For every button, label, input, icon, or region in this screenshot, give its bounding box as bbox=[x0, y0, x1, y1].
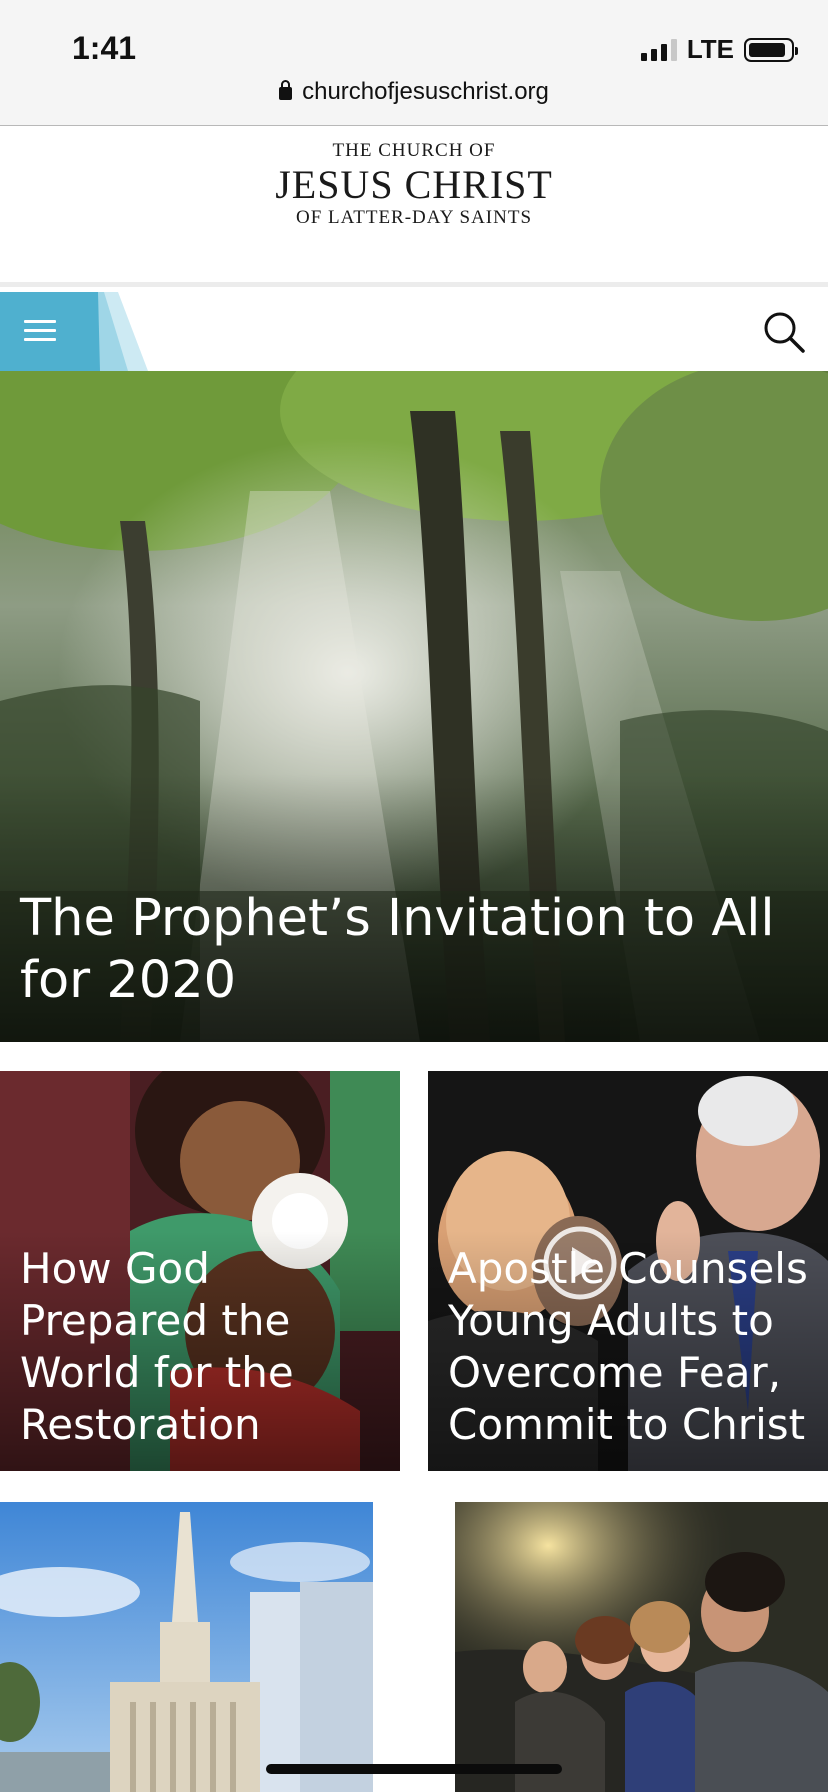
card-image-young-adults bbox=[455, 1502, 828, 1792]
card-title: How God Prepared the World for the Resto… bbox=[20, 1244, 294, 1449]
address-bar[interactable]: churchofjesuschrist.org bbox=[0, 78, 828, 106]
lock-icon bbox=[279, 80, 293, 100]
url-text: churchofjesuschrist.org bbox=[302, 78, 549, 105]
browser-chrome: 1:41 LTE churchofjesuschrist.org bbox=[0, 0, 828, 126]
logo-line-1: THE CHURCH OF bbox=[332, 140, 496, 161]
hamburger-menu-icon bbox=[24, 320, 56, 342]
status-time: 1:41 bbox=[72, 30, 137, 66]
network-type: LTE bbox=[686, 34, 734, 64]
status-indicators: LTE bbox=[640, 34, 798, 65]
search-button[interactable] bbox=[762, 310, 806, 354]
search-icon bbox=[764, 312, 805, 353]
temple-card[interactable] bbox=[0, 1502, 373, 1792]
article-card-apostle[interactable]: Apostle Counsels Young Adults to Overcom… bbox=[428, 1071, 828, 1471]
hero-title: The Prophet’s Invitation to All for 2020 bbox=[20, 889, 775, 1010]
article-card-restoration[interactable]: How God Prepared the World for the Resto… bbox=[0, 1071, 400, 1471]
battery-icon bbox=[744, 37, 798, 62]
logo-line-2: JESUS CHRIST bbox=[275, 162, 553, 207]
signal-icon bbox=[640, 38, 677, 61]
menu-button[interactable] bbox=[0, 292, 100, 371]
hero-feature[interactable]: The Prophet’s Invitation to All for 2020 bbox=[0, 371, 828, 1042]
site-header: THE CHURCH OF JESUS CHRIST OF LATTER-DAY… bbox=[0, 127, 828, 287]
logo-line-3: OF LATTER-DAY SAINTS bbox=[295, 207, 533, 228]
nav-bar bbox=[0, 292, 828, 371]
church-logo[interactable]: THE CHURCH OF JESUS CHRIST OF LATTER-DAY… bbox=[0, 139, 828, 229]
young-adults-card[interactable] bbox=[455, 1502, 828, 1792]
home-indicator[interactable] bbox=[266, 1764, 562, 1774]
card-title: Apostle Counsels Young Adults to Overcom… bbox=[448, 1244, 808, 1449]
card-image-temple bbox=[0, 1502, 373, 1792]
menu-area bbox=[0, 292, 150, 371]
